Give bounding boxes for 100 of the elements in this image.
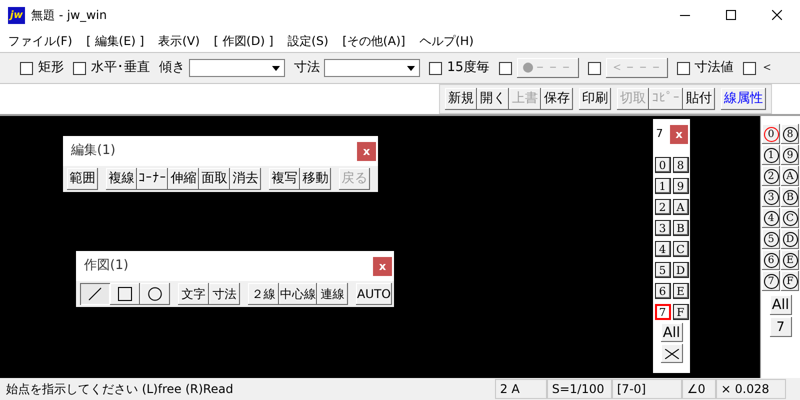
menu-item[interactable]: [ 作図(D) ]: [214, 32, 274, 50]
checkbox-label: 矩形: [38, 59, 64, 78]
layer-group-button[interactable]: A: [781, 166, 799, 186]
dropdown-field[interactable]: [324, 59, 420, 77]
app-logo: jw: [8, 6, 25, 24]
rectangle-icon: [118, 287, 132, 301]
layer-button[interactable]: B: [672, 220, 688, 236]
all-layers-button[interactable]: All: [660, 323, 682, 342]
toolbar-button[interactable]: 新規: [445, 88, 477, 110]
circle-icon: [148, 287, 162, 301]
checkbox[interactable]: [742, 62, 756, 74]
toolbar-button[interactable]: ｺｰﾅｰ: [137, 168, 168, 190]
layer-button[interactable]: E: [672, 283, 688, 299]
layer-button[interactable]: 7: [654, 304, 670, 320]
layer-group-button[interactable]: 4: [762, 208, 780, 228]
toolbar-button[interactable]: 範囲: [67, 168, 98, 190]
layer-group-button[interactable]: 8: [781, 124, 799, 144]
checkbox-label: ＜: [760, 59, 774, 78]
checkbox[interactable]: [73, 62, 86, 74]
palette-title: 編集(1): [71, 142, 116, 160]
layer-button[interactable]: 8: [672, 157, 688, 173]
close-button[interactable]: x: [373, 256, 392, 276]
layer-group-button[interactable]: 9: [781, 145, 799, 165]
tool-button[interactable]: 文字: [178, 283, 209, 305]
layer-group-button[interactable]: 6: [762, 250, 780, 270]
layer-button[interactable]: 3: [654, 220, 670, 236]
tool-button[interactable]: [110, 283, 140, 305]
close-button[interactable]: x: [670, 124, 688, 144]
layer-button[interactable]: D: [672, 262, 688, 278]
field-label: 傾き: [159, 59, 185, 78]
window-title: 無題 - jw_win: [31, 7, 107, 24]
toolbar-button[interactable]: 伸縮: [168, 168, 199, 190]
menu-item[interactable]: 設定(S): [287, 32, 328, 50]
field-label: 寸法: [294, 59, 320, 78]
maximize-icon: [726, 10, 736, 20]
toolbar-button[interactable]: 移動: [300, 168, 331, 190]
layer-button[interactable]: 0: [654, 157, 670, 173]
layer-group-button[interactable]: 0: [762, 124, 780, 144]
layer-button[interactable]: 2: [654, 199, 670, 215]
close-layer-button[interactable]: [660, 344, 682, 363]
menu-item[interactable]: [ 編集(E) ]: [86, 32, 144, 50]
layer-button[interactable]: A: [672, 199, 688, 215]
layer-group-button[interactable]: 2: [762, 166, 780, 186]
checkbox[interactable]: [20, 62, 33, 74]
menu-item[interactable]: ヘルプ(H): [419, 32, 474, 50]
checkbox-label: 15度毎: [447, 59, 490, 78]
toolbar-button[interactable]: 複線: [106, 168, 137, 190]
layer-button[interactable]: 6: [654, 283, 670, 299]
layer-group-button[interactable]: 7: [762, 271, 780, 291]
menu-item[interactable]: 表示(V): [158, 32, 200, 50]
status-message: 始点を指示してください (L)free (R)Read: [5, 381, 234, 398]
current-group-button[interactable]: 7: [770, 317, 792, 337]
palette-title: 作図(1): [84, 257, 128, 276]
menu-item[interactable]: ファイル(F): [8, 32, 72, 50]
status-cell: S=1/100: [547, 379, 612, 399]
layer-button[interactable]: 9: [672, 178, 688, 194]
layer-group-button[interactable]: B: [781, 187, 799, 207]
dropdown-field[interactable]: [189, 59, 285, 77]
close-button[interactable]: x: [357, 142, 376, 160]
layer-group-button[interactable]: F: [781, 271, 799, 291]
layer-group-button[interactable]: C: [781, 208, 799, 228]
toolbar-button[interactable]: 複写: [269, 168, 300, 190]
toolbar-button[interactable]: 印刷: [579, 88, 611, 110]
layer-button[interactable]: 4: [654, 241, 670, 257]
all-groups-button[interactable]: All: [770, 295, 792, 315]
toolbar-button[interactable]: 保存: [541, 88, 573, 110]
status-cell: × 0.028: [716, 379, 786, 399]
toolbar-button[interactable]: 面取: [199, 168, 230, 190]
layer-group-button[interactable]: 5: [762, 229, 780, 249]
toolbar-button[interactable]: 貼付: [683, 88, 715, 110]
toolbar-button[interactable]: 線属性: [721, 88, 766, 110]
palette-title: 7: [656, 126, 663, 142]
menu-item[interactable]: [その他(A)]: [342, 32, 406, 50]
tool-button[interactable]: [80, 283, 110, 305]
tool-button[interactable]: ２線: [248, 283, 279, 305]
tool-button[interactable]: AUTO: [356, 283, 392, 305]
layer-group-button[interactable]: 3: [762, 187, 780, 207]
layer-button[interactable]: 5: [654, 262, 670, 278]
layer-group-button[interactable]: E: [781, 250, 799, 270]
layer-group-button[interactable]: 1: [762, 145, 780, 165]
tool-button[interactable]: 中心線: [279, 283, 317, 305]
toolbar-button[interactable]: 開く: [477, 88, 509, 110]
tool-button[interactable]: 連線: [317, 283, 348, 305]
line-icon: [88, 287, 102, 301]
status-cell: [7-0]: [612, 379, 682, 399]
status-cell: 2 A: [495, 379, 547, 399]
status-cell: ∠0: [682, 379, 716, 399]
checkbox-label: 寸法値: [694, 59, 734, 78]
checkbox-label: 水平･垂直: [91, 59, 150, 78]
toolbar-button[interactable]: 消去: [230, 168, 261, 190]
layer-button[interactable]: C: [672, 241, 688, 257]
checkbox[interactable]: [676, 62, 690, 74]
layer-button[interactable]: 1: [654, 178, 670, 194]
tool-button[interactable]: 寸法: [209, 283, 240, 305]
layer-button[interactable]: F: [672, 304, 688, 320]
checkbox[interactable]: [429, 62, 442, 74]
close-icon: [772, 10, 782, 20]
tool-button[interactable]: [140, 283, 170, 305]
layer-group-button[interactable]: D: [781, 229, 799, 249]
cross-icon: [664, 348, 678, 358]
